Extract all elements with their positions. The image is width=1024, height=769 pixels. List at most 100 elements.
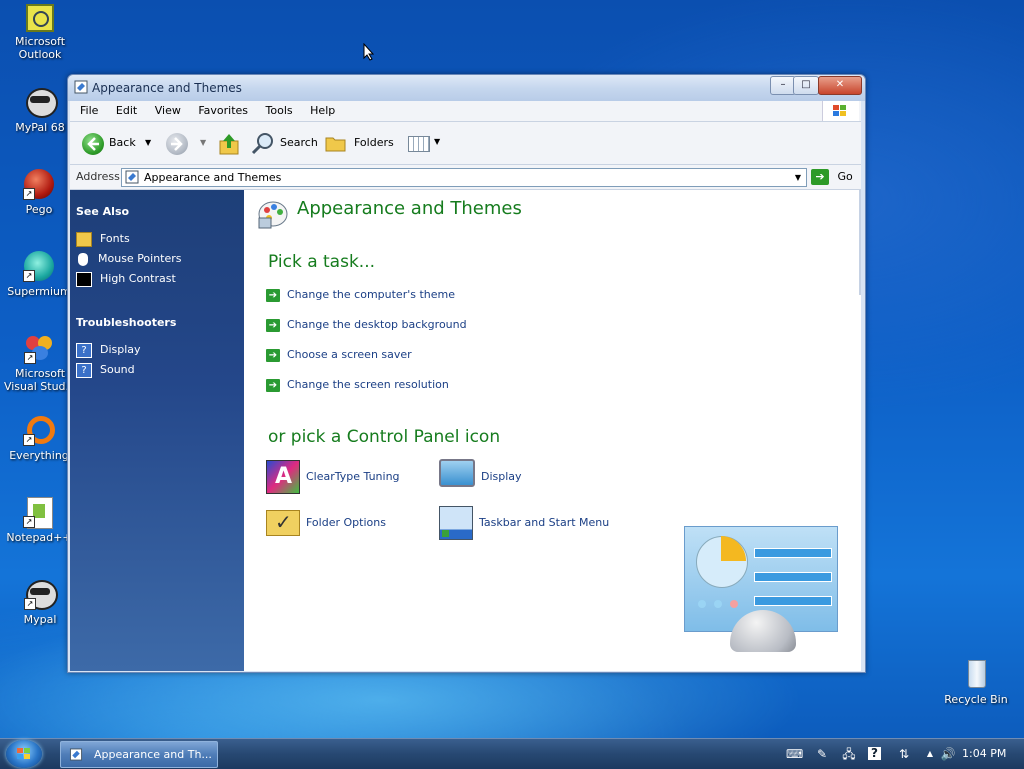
go-label: Go <box>837 170 853 183</box>
desktop-icon-label: Microsoft Outlook <box>14 35 66 61</box>
pen-icon[interactable]: ✎ <box>814 746 830 762</box>
shortcut-arrow-icon: ↗ <box>23 270 35 282</box>
cp-icon-display[interactable]: Display <box>439 459 522 494</box>
search-icon[interactable] <box>251 132 275 156</box>
address-field[interactable]: Appearance and Themes ▼ <box>121 168 807 187</box>
task-change-theme[interactable]: ➔ Change the computer's theme <box>266 287 455 303</box>
pego-icon: ↗ <box>23 168 55 200</box>
start-button[interactable] <box>6 740 42 768</box>
troubleshooters-heading: Troubleshooters <box>76 316 177 329</box>
cp-icon-label: Taskbar and Start Menu <box>479 516 610 529</box>
up-folder-icon[interactable] <box>218 132 240 156</box>
sidebar-item-mouse-pointers[interactable]: Mouse Pointers <box>76 251 182 267</box>
content-pane: Appearance and Themes Pick a task... ➔ Ch… <box>244 190 861 671</box>
menu-view[interactable]: View <box>148 101 188 121</box>
everything-icon: ↗ <box>23 414 55 446</box>
menu-help[interactable]: Help <box>303 101 342 121</box>
help-tray-icon[interactable]: ? <box>868 747 881 760</box>
sidebar-item-high-contrast[interactable]: High Contrast <box>76 271 176 287</box>
address-value: Appearance and Themes <box>144 171 282 184</box>
appearance-themes-icon <box>258 201 288 229</box>
cp-icon-label: ClearType Tuning <box>306 470 400 483</box>
task-label: Change the screen resolution <box>287 378 449 391</box>
menu-edit[interactable]: Edit <box>109 101 144 121</box>
raccoon-icon <box>24 86 58 118</box>
keyboard-icon[interactable]: ⌨ <box>786 746 803 762</box>
task-screen-saver[interactable]: ➔ Choose a screen saver <box>266 347 412 363</box>
windows-flag-icon <box>822 101 859 121</box>
sync-icon[interactable]: ⇅ <box>896 746 912 762</box>
address-dropdown-icon[interactable]: ▼ <box>792 171 804 184</box>
green-arrow-icon: ➔ <box>266 378 280 392</box>
high-contrast-icon <box>76 271 92 287</box>
cp-icon-cleartype[interactable]: A ClearType Tuning <box>266 460 400 494</box>
menu-tools[interactable]: Tools <box>259 101 300 121</box>
menu-bar: File Edit View Favorites Tools Help <box>70 101 861 122</box>
task-label: Change the computer's theme <box>287 288 455 301</box>
folders-icon[interactable] <box>325 133 347 153</box>
back-dropdown-icon[interactable]: ▼ <box>145 132 151 154</box>
notepad-plus-plus-icon: ↗ <box>23 496 55 529</box>
sidebar-item-label: Fonts <box>100 232 130 245</box>
address-label: Address <box>76 170 120 183</box>
see-also-heading: See Also <box>76 205 130 218</box>
search-button[interactable]: Search <box>280 132 318 154</box>
control-panel-icon <box>74 80 88 94</box>
clock[interactable]: 1:04 PM <box>962 739 1012 769</box>
taskbar-window-button[interactable]: Appearance and Th... <box>60 741 218 768</box>
green-arrow-icon: ➔ <box>266 348 280 362</box>
views-button[interactable]: ▼ <box>408 135 444 153</box>
task-change-background[interactable]: ➔ Change the desktop background <box>266 317 467 333</box>
shortcut-arrow-icon: ↗ <box>24 352 36 364</box>
window-titlebar[interactable]: Appearance and Themes – □ ✕ <box>68 75 865 101</box>
explorer-window: Appearance and Themes – □ ✕ File Edit Vi… <box>67 74 866 673</box>
help-icon: ? <box>76 362 92 378</box>
taskbar-start-menu-icon <box>439 506 473 540</box>
scrollbar[interactable] <box>859 190 861 295</box>
sidebar-item-label: Sound <box>100 363 135 376</box>
volume-icon[interactable]: 🔊 <box>940 746 956 762</box>
go-arrow-icon: ➔ <box>811 169 829 185</box>
fonts-folder-icon <box>76 231 92 247</box>
help-icon: ? <box>76 342 92 358</box>
supermium-icon: ↗ <box>23 250 55 282</box>
back-arrow-icon[interactable] <box>82 133 104 155</box>
menu-file[interactable]: File <box>70 101 105 121</box>
sidebar-item-label: Mouse Pointers <box>98 252 182 265</box>
address-bar: Address Appearance and Themes ▼ ➔ Go <box>70 165 861 190</box>
windows-logo-icon <box>17 748 31 760</box>
cp-icon-label: Folder Options <box>306 516 386 529</box>
desktop-icon-outlook[interactable]: Microsoft Outlook <box>1 4 79 61</box>
sidebar-item-fonts[interactable]: Fonts <box>76 231 130 247</box>
back-button[interactable]: Back <box>109 132 136 154</box>
show-hidden-icons[interactable]: ▲ <box>922 746 938 762</box>
sidebar-item-display-troubleshooter[interactable]: ? Display <box>76 342 141 358</box>
maximize-button[interactable]: □ <box>793 76 819 95</box>
control-panel-icon <box>125 170 139 184</box>
shortcut-arrow-icon: ↗ <box>23 434 35 446</box>
shortcut-arrow-icon: ↗ <box>23 188 35 200</box>
cp-icon-folder-options[interactable]: ✓ Folder Options <box>266 506 386 540</box>
visual-studio-icon: ↗ <box>24 332 56 364</box>
page-title: Appearance and Themes <box>297 198 522 219</box>
folders-button[interactable]: Folders <box>354 132 394 154</box>
folder-options-icon: ✓ <box>266 510 300 536</box>
mouse-cursor-icon <box>363 43 375 61</box>
desktop-icon-recycle-bin[interactable]: Recycle Bin <box>937 658 1015 706</box>
pick-task-heading: Pick a task... <box>268 252 376 272</box>
forward-arrow-icon[interactable] <box>166 133 188 155</box>
network-icon[interactable]: 🖧 <box>841 746 857 762</box>
cp-icon-taskbar-start-menu[interactable]: Taskbar and Start Menu <box>439 506 609 540</box>
sidebar-item-sound-troubleshooter[interactable]: ? Sound <box>76 362 135 378</box>
forward-dropdown-icon[interactable]: ▼ <box>200 132 206 154</box>
close-button[interactable]: ✕ <box>818 76 862 95</box>
menu-favorites[interactable]: Favorites <box>191 101 255 121</box>
outlook-icon <box>26 4 54 32</box>
go-button[interactable]: ➔ Go <box>811 167 857 187</box>
desktop-icon-label: Recycle Bin <box>944 693 1008 706</box>
taskbar: Appearance and Th... ⌨ ✎ 🖧 ? ⇅ ▲ 🔊 1:04 … <box>0 738 1024 769</box>
task-screen-resolution[interactable]: ➔ Change the screen resolution <box>266 377 449 393</box>
pick-icon-heading: or pick a Control Panel icon <box>268 427 501 447</box>
task-label: Change the desktop background <box>287 318 467 331</box>
recycle-bin-icon <box>960 658 992 690</box>
